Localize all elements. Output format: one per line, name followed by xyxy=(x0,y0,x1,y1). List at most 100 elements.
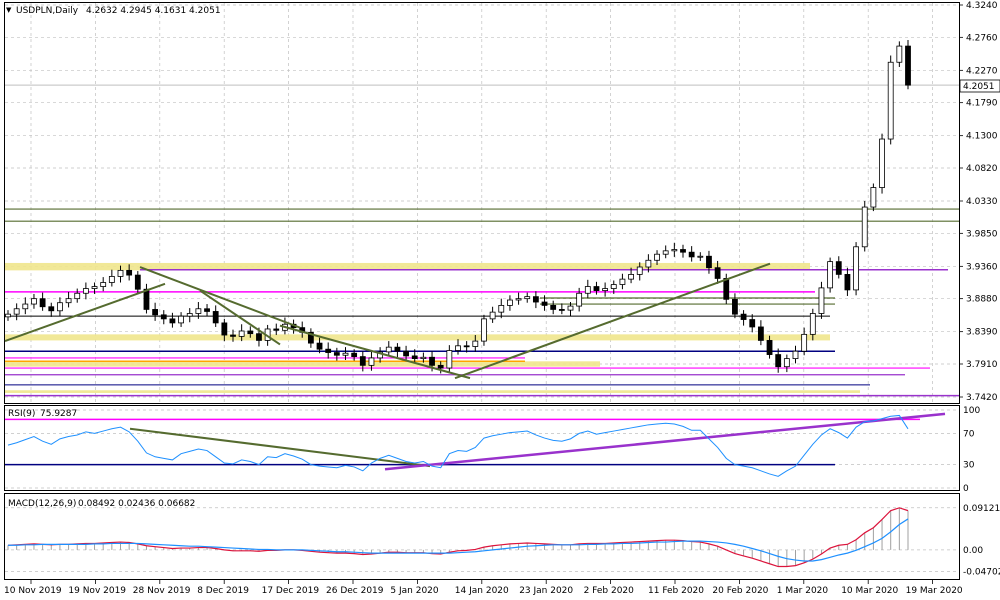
candle-body[interactable] xyxy=(178,315,184,324)
candle-body[interactable] xyxy=(100,282,107,287)
candle-body[interactable] xyxy=(662,250,669,255)
candle-body[interactable] xyxy=(515,298,522,301)
candle-body[interactable] xyxy=(801,333,808,352)
candle-body[interactable] xyxy=(91,286,98,289)
candle-body[interactable] xyxy=(697,255,704,258)
candle-body[interactable] xyxy=(472,340,479,347)
candle-body[interactable] xyxy=(740,313,747,320)
candle-body[interactable] xyxy=(567,305,574,311)
candle-body[interactable] xyxy=(481,318,487,342)
candle-body[interactable] xyxy=(342,352,349,356)
candle-body[interactable] xyxy=(593,286,600,291)
candle-body[interactable] xyxy=(273,328,280,331)
candle-body[interactable] xyxy=(498,304,505,313)
candle-body[interactable] xyxy=(645,259,652,268)
candle-body[interactable] xyxy=(238,330,245,337)
candle-body[interactable] xyxy=(160,314,167,320)
candle-body[interactable] xyxy=(48,306,55,312)
candle-body[interactable] xyxy=(108,276,115,283)
candle-body[interactable] xyxy=(325,348,332,353)
candle-body[interactable] xyxy=(437,364,444,369)
candle-body[interactable] xyxy=(169,318,176,324)
candle-body[interactable] xyxy=(792,350,799,360)
candle-body[interactable] xyxy=(853,246,859,291)
candle-body[interactable] xyxy=(602,288,609,291)
candle-body[interactable] xyxy=(507,299,513,306)
candle-body[interactable] xyxy=(809,313,816,335)
candle-body[interactable] xyxy=(385,346,392,353)
candle-body[interactable] xyxy=(39,298,46,308)
candle-body[interactable] xyxy=(636,266,643,275)
candle-body[interactable] xyxy=(688,251,695,258)
candle-body[interactable] xyxy=(65,298,72,304)
candle-body[interactable] xyxy=(134,274,141,290)
candle-body[interactable] xyxy=(230,334,236,337)
candle-body[interactable] xyxy=(558,309,565,311)
candle-body[interactable] xyxy=(723,278,730,300)
candle-body[interactable] xyxy=(714,267,721,279)
candle-body[interactable] xyxy=(411,355,418,360)
candle-body[interactable] xyxy=(706,255,712,269)
candle-body[interactable] xyxy=(212,311,219,324)
candle-body[interactable] xyxy=(576,292,583,307)
candle-body[interactable] xyxy=(13,308,20,315)
candle-body[interactable] xyxy=(757,326,764,341)
chart-menu-triangle-icon[interactable]: ▼ xyxy=(6,6,12,14)
candle-body[interactable] xyxy=(732,298,738,315)
candle-body[interactable] xyxy=(861,206,868,248)
candle-body[interactable] xyxy=(221,322,228,336)
candle-body[interactable] xyxy=(204,308,210,312)
candle-body[interactable] xyxy=(195,308,202,314)
candle-body[interactable] xyxy=(368,357,375,366)
candle-body[interactable] xyxy=(74,292,81,300)
candle-body[interactable] xyxy=(766,340,773,355)
trading-chart[interactable]: 4.3240 4.2760 4.2270 4.1790 4.1300 4.0820 4.03… xyxy=(0,0,1000,600)
candle-body[interactable] xyxy=(783,358,790,368)
candle-body[interactable] xyxy=(489,311,496,320)
candle-body[interactable] xyxy=(905,45,911,86)
candle-body[interactable] xyxy=(143,288,150,310)
candle-body[interactable] xyxy=(446,350,453,369)
candle-body[interactable] xyxy=(827,261,834,289)
candle-body[interactable] xyxy=(619,278,626,285)
candle-body[interactable] xyxy=(316,342,323,350)
candle-body[interactable] xyxy=(5,313,11,318)
candle-body[interactable] xyxy=(680,249,686,253)
candle-body[interactable] xyxy=(654,253,660,261)
candle-body[interactable] xyxy=(844,274,851,291)
candle-body[interactable] xyxy=(463,345,470,348)
candle-body[interactable] xyxy=(896,45,903,63)
candle-body[interactable] xyxy=(420,356,427,360)
candle-body[interactable] xyxy=(541,301,548,306)
candle-body[interactable] xyxy=(247,330,254,335)
candle-body[interactable] xyxy=(333,352,340,356)
candle-body[interactable] xyxy=(775,354,782,368)
candle-body[interactable] xyxy=(394,346,401,352)
candle-body[interactable] xyxy=(628,274,634,280)
candle-body[interactable] xyxy=(818,287,825,314)
candle-body[interactable] xyxy=(22,303,29,310)
candle-body[interactable] xyxy=(57,302,63,312)
candle-body[interactable] xyxy=(610,284,617,289)
candle-body[interactable] xyxy=(524,296,531,300)
candle-body[interactable] xyxy=(186,313,193,317)
candle-body[interactable] xyxy=(31,298,37,305)
candle-body[interactable] xyxy=(835,261,842,275)
candle-body[interactable] xyxy=(584,286,591,294)
candle-body[interactable] xyxy=(870,187,877,208)
candle-body[interactable] xyxy=(879,138,885,188)
candle-body[interactable] xyxy=(82,288,89,294)
candle-body[interactable] xyxy=(152,309,159,316)
candle-body[interactable] xyxy=(532,296,539,303)
candle-body[interactable] xyxy=(429,356,435,366)
candle-body[interactable] xyxy=(550,304,557,310)
candle-body[interactable] xyxy=(256,333,262,341)
candle-body[interactable] xyxy=(126,269,133,276)
candle-body[interactable] xyxy=(351,352,358,357)
candle-body[interactable] xyxy=(403,350,409,357)
candle-body[interactable] xyxy=(455,345,461,351)
candle-body[interactable] xyxy=(749,319,756,328)
candle-body[interactable] xyxy=(887,61,894,140)
candle-body[interactable] xyxy=(359,356,366,366)
candle-body[interactable] xyxy=(671,249,678,252)
